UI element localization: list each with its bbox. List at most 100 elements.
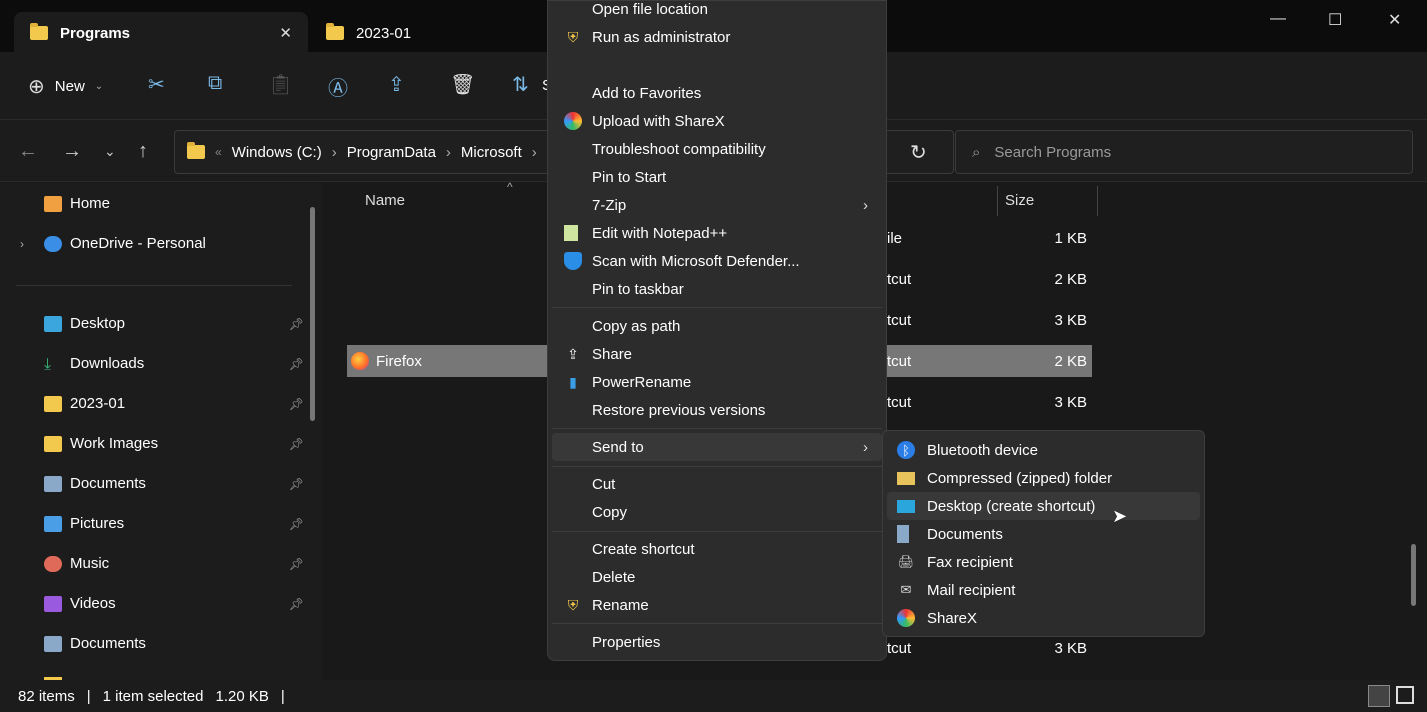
- column-header-size[interactable]: Size: [1005, 192, 1034, 209]
- pin-icon[interactable]: 📌︎: [289, 477, 304, 491]
- separator: |: [280, 687, 285, 705]
- pin-icon[interactable]: 📌︎: [289, 517, 304, 531]
- menu-add-to-favorites[interactable]: Add to Favorites: [552, 79, 882, 107]
- file-type: tcut: [887, 353, 912, 370]
- menu-pin-to-taskbar[interactable]: Pin to taskbar: [552, 275, 882, 303]
- search-input[interactable]: Search Programs: [994, 144, 1111, 161]
- menu-troubleshoot-compatibility[interactable]: Troubleshoot compatibility: [552, 135, 882, 163]
- column-divider[interactable]: [997, 186, 998, 216]
- sidebar-item-videos[interactable]: Videos 📌︎: [44, 595, 304, 612]
- breadcrumb-windows-c[interactable]: Windows (C:): [232, 144, 322, 161]
- sendto-sharex[interactable]: ShareX: [887, 604, 1200, 632]
- sidebar-item-desktop[interactable]: Desktop 📌︎: [44, 315, 304, 332]
- menu-pin-to-start[interactable]: Pin to Start: [552, 163, 882, 191]
- notepad-icon: [564, 225, 578, 241]
- menu-scan-with-defender[interactable]: Scan with Microsoft Defender...: [552, 247, 882, 275]
- menu-rename[interactable]: ⛨ Rename: [552, 591, 882, 619]
- menu-share[interactable]: ⇪ Share: [552, 340, 882, 368]
- maximize-button[interactable]: ☐: [1328, 10, 1342, 30]
- up-icon[interactable]: ↑: [138, 140, 148, 163]
- search-box[interactable]: ⌕ Search Programs: [955, 130, 1413, 174]
- paste-icon[interactable]: 📋︎: [268, 72, 293, 97]
- pin-icon[interactable]: 📌︎: [289, 437, 304, 451]
- details-view-button[interactable]: [1368, 685, 1390, 707]
- menu-run-as-administrator[interactable]: ⛨ Run as administrator: [552, 23, 882, 51]
- pin-icon[interactable]: 📌︎: [289, 597, 304, 611]
- delete-icon[interactable]: 🗑︎: [450, 72, 475, 97]
- status-bar: 82 items | 1 item selected 1.20 KB |: [0, 680, 1427, 712]
- refresh-icon[interactable]: ↻: [910, 140, 927, 165]
- sidebar-item-music[interactable]: Music 📌︎: [44, 555, 304, 572]
- sidebar-scrollbar[interactable]: [310, 207, 315, 421]
- plus-circle-icon: ⊕: [28, 76, 45, 98]
- sendto-documents[interactable]: Documents: [887, 520, 1200, 548]
- minimize-button[interactable]: —: [1270, 10, 1286, 28]
- sidebar-item-downloads[interactable]: ⤓ Downloads 📌︎: [44, 355, 304, 373]
- rename-icon[interactable]: Ⓐ: [328, 72, 348, 101]
- menu-7-zip[interactable]: 7-Zip ›: [552, 191, 882, 219]
- menu-cut[interactable]: Cut: [552, 470, 882, 498]
- sidebar-item-2023-01[interactable]: 2023-01 📌︎: [44, 395, 304, 412]
- sendto-bluetooth[interactable]: ᛒ Bluetooth device: [887, 436, 1200, 464]
- chevron-right-icon: ›: [863, 196, 868, 214]
- content-scrollbar[interactable]: [1411, 544, 1416, 606]
- overflow-crumb[interactable]: «: [215, 145, 222, 159]
- tab-programs[interactable]: Programs ✕: [14, 12, 308, 54]
- menu-copy[interactable]: Copy: [552, 498, 882, 526]
- menu-edit-with-notepad[interactable]: Edit with Notepad++: [552, 219, 882, 247]
- sendto-desktop[interactable]: Desktop (create shortcut): [887, 492, 1200, 520]
- pin-icon[interactable]: 📌︎: [289, 557, 304, 571]
- close-window-button[interactable]: ✕: [1388, 10, 1401, 30]
- pictures-icon: [44, 515, 62, 532]
- pin-icon[interactable]: 📌︎: [289, 397, 304, 411]
- sendto-compressed-folder[interactable]: Compressed (zipped) folder: [887, 464, 1200, 492]
- music-icon: [44, 555, 62, 572]
- menu-properties[interactable]: Properties: [552, 628, 882, 656]
- sort-icon[interactable]: ⇅: [512, 72, 529, 97]
- sidebar-item-onedrive[interactable]: OneDrive - Personal: [44, 235, 304, 252]
- tiles-view-button[interactable]: [1396, 686, 1414, 704]
- sendto-mail-recipient[interactable]: ✉ Mail recipient: [887, 576, 1200, 604]
- cloud-icon: [44, 235, 62, 252]
- tab-label: 2023-01: [356, 24, 412, 42]
- pin-icon[interactable]: 📌︎: [289, 357, 304, 371]
- sidebar-item-documents[interactable]: Documents 📌︎: [44, 475, 304, 492]
- cut-icon[interactable]: ✂: [148, 72, 165, 97]
- menu-open-file-location[interactable]: Open file location: [552, 0, 882, 23]
- pin-icon[interactable]: 📌︎: [289, 317, 304, 331]
- breadcrumb-programdata[interactable]: ProgramData: [347, 144, 436, 161]
- file-type: tcut: [887, 394, 912, 411]
- forward-icon[interactable]: →: [62, 140, 82, 163]
- sidebar-item-pictures[interactable]: Pictures 📌︎: [44, 515, 304, 532]
- menu-delete[interactable]: Delete: [552, 563, 882, 591]
- powerrename-icon: ▮: [569, 373, 577, 390]
- chevron-down-icon: ⌄: [94, 81, 104, 92]
- share-icon[interactable]: ⇪: [388, 72, 405, 97]
- sharex-icon: [897, 609, 915, 627]
- breadcrumb-microsoft[interactable]: Microsoft: [461, 144, 522, 161]
- sendto-fax-recipient[interactable]: 🖨︎ Fax recipient: [887, 548, 1200, 576]
- menu-restore-previous-versions[interactable]: Restore previous versions: [552, 396, 882, 424]
- recent-chevron-icon[interactable]: ⌄: [104, 143, 116, 160]
- menu-powerrename[interactable]: ▮ PowerRename: [552, 368, 882, 396]
- menu-create-shortcut[interactable]: Create shortcut: [552, 535, 882, 563]
- column-header-name[interactable]: Name: [365, 192, 405, 209]
- column-divider[interactable]: [1097, 186, 1098, 216]
- fax-icon: 🖨︎: [897, 554, 915, 569]
- back-icon[interactable]: ←: [18, 140, 38, 163]
- expand-chevron-icon[interactable]: ›: [20, 237, 24, 251]
- separator: |: [86, 687, 91, 705]
- file-size: 3 KB: [1054, 394, 1087, 411]
- close-tab-icon[interactable]: ✕: [279, 24, 292, 42]
- tab-2023-01[interactable]: 2023-01: [310, 12, 427, 54]
- new-button[interactable]: ⊕ New ⌄: [28, 74, 103, 99]
- copy-icon[interactable]: ⧉: [208, 72, 222, 95]
- folder-icon: [326, 23, 344, 40]
- menu-copy-as-path[interactable]: Copy as path: [552, 312, 882, 340]
- sidebar-item-home[interactable]: Home: [44, 195, 304, 212]
- menu-send-to[interactable]: Send to ›: [552, 433, 882, 461]
- sidebar-item-work-images[interactable]: Work Images 📌︎: [44, 435, 304, 452]
- menu-upload-with-sharex[interactable]: Upload with ShareX: [552, 107, 882, 135]
- sidebar-item-documents-2[interactable]: Documents: [44, 635, 304, 652]
- document-icon: [44, 635, 62, 652]
